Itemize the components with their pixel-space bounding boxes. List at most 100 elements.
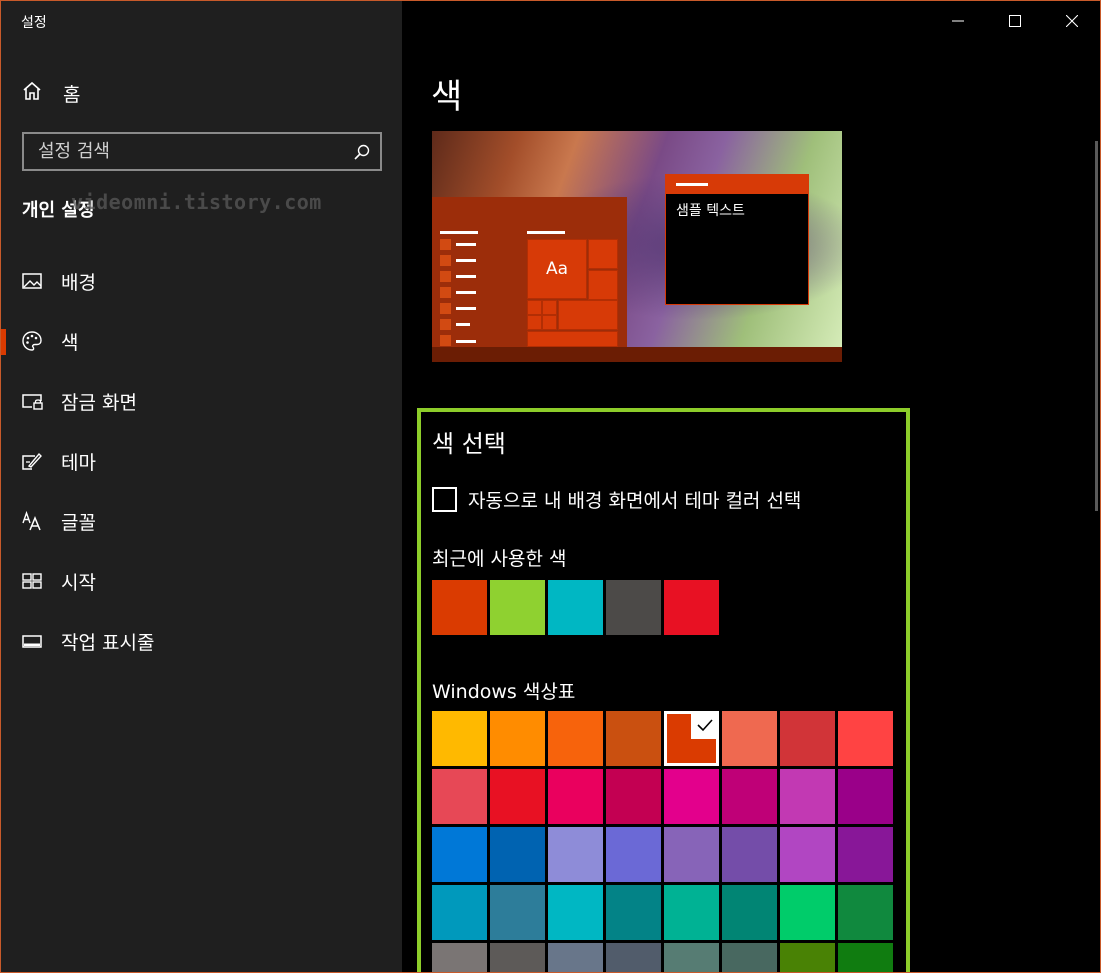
- recent-colors-heading: 최근에 사용한 색: [432, 548, 567, 570]
- checkmark-icon: [691, 711, 719, 739]
- palette-color-swatch[interactable]: [490, 943, 545, 972]
- sidebar-item-label: 작업 표시줄: [61, 631, 155, 654]
- palette-color-swatch[interactable]: [780, 827, 835, 882]
- recent-color-swatch[interactable]: [606, 580, 661, 635]
- palette-color-swatch[interactable]: [664, 711, 719, 766]
- search-input[interactable]: [38, 141, 344, 162]
- palette-color-swatch[interactable]: [722, 769, 777, 824]
- auto-accent-option[interactable]: 자동으로 내 배경 화면에서 테마 컬러 선택: [432, 486, 801, 513]
- palette-color-swatch[interactable]: [432, 769, 487, 824]
- sidebar-item-taskbar[interactable]: 작업 표시줄: [1, 611, 402, 671]
- palette-color-swatch[interactable]: [780, 711, 835, 766]
- sidebar-item-lock-screen[interactable]: 잠금 화면: [1, 371, 402, 431]
- palette-color-swatch[interactable]: [838, 827, 893, 882]
- minimize-icon: [951, 20, 964, 22]
- sidebar-item-label: 잠금 화면: [61, 391, 137, 414]
- windows-color-palette: [432, 711, 902, 972]
- palette-color-swatch[interactable]: [490, 711, 545, 766]
- palette-color-swatch[interactable]: [548, 711, 603, 766]
- sidebar-item-label: 색: [61, 331, 79, 354]
- palette-color-swatch[interactable]: [780, 943, 835, 972]
- sidebar-item-start[interactable]: 시작: [1, 551, 402, 611]
- theme-preview: Aa 샘플 텍스트: [432, 131, 842, 362]
- app-title: 설정: [21, 15, 47, 31]
- palette-color-swatch[interactable]: [606, 711, 661, 766]
- sidebar-item-colors[interactable]: 색: [1, 311, 402, 371]
- theme-icon: [21, 450, 43, 472]
- choose-color-heading: 색 선택: [432, 430, 506, 458]
- palette-color-swatch[interactable]: [722, 885, 777, 940]
- close-icon: [1065, 15, 1078, 27]
- preview-start-menu: Aa: [432, 197, 627, 347]
- palette-color-swatch[interactable]: [664, 769, 719, 824]
- sidebar-item-themes[interactable]: 테마: [1, 431, 402, 491]
- sidebar-item-label: 글꼴: [61, 511, 96, 534]
- palette-color-swatch[interactable]: [664, 827, 719, 882]
- sidebar-item-background[interactable]: 배경: [1, 251, 402, 311]
- palette-color-swatch[interactable]: [664, 885, 719, 940]
- sidebar: 설정 홈 개인 설정 videomni.tistory.com 배경: [1, 1, 402, 972]
- image-icon: [21, 270, 43, 292]
- watermark: videomni.tistory.com: [71, 190, 322, 214]
- sidebar-home[interactable]: 홈: [21, 80, 81, 106]
- palette-color-swatch[interactable]: [606, 885, 661, 940]
- preview-taskbar: [432, 347, 842, 362]
- palette-color-swatch[interactable]: [664, 943, 719, 972]
- taskbar-icon: [21, 630, 43, 652]
- palette-color-swatch[interactable]: [838, 943, 893, 972]
- recent-color-swatch[interactable]: [432, 580, 487, 635]
- palette-heading: Windows 색상표: [432, 681, 576, 703]
- palette-color-swatch[interactable]: [432, 943, 487, 972]
- home-icon: [21, 80, 43, 106]
- palette-color-swatch[interactable]: [606, 943, 661, 972]
- font-icon: [21, 510, 43, 532]
- palette-icon: [21, 330, 43, 352]
- palette-color-swatch[interactable]: [432, 885, 487, 940]
- sidebar-nav: 배경 색 잠금 화면 테마 글꼴 시작 작업 표시줄: [1, 251, 402, 671]
- scrollbar[interactable]: [1095, 141, 1098, 511]
- palette-color-swatch[interactable]: [606, 769, 661, 824]
- maximize-icon: [1008, 15, 1021, 27]
- palette-color-swatch[interactable]: [490, 769, 545, 824]
- palette-color-swatch[interactable]: [722, 943, 777, 972]
- palette-color-swatch[interactable]: [780, 885, 835, 940]
- minimize-button[interactable]: [929, 1, 986, 41]
- palette-color-swatch[interactable]: [606, 827, 661, 882]
- page-title: 색: [431, 77, 463, 117]
- recent-color-swatch[interactable]: [490, 580, 545, 635]
- recent-colors: [432, 580, 722, 635]
- palette-color-swatch[interactable]: [722, 827, 777, 882]
- search-icon[interactable]: [344, 134, 380, 169]
- palette-color-swatch[interactable]: [490, 885, 545, 940]
- palette-color-swatch[interactable]: [838, 885, 893, 940]
- palette-color-swatch[interactable]: [548, 943, 603, 972]
- preview-tile: Aa: [527, 239, 587, 299]
- lock-screen-icon: [21, 390, 43, 412]
- preview-window: 샘플 텍스트: [665, 174, 809, 305]
- palette-color-swatch[interactable]: [548, 769, 603, 824]
- palette-color-swatch[interactable]: [838, 769, 893, 824]
- palette-color-swatch[interactable]: [432, 827, 487, 882]
- palette-color-swatch[interactable]: [838, 711, 893, 766]
- settings-window: 설정 홈 개인 설정 videomni.tistory.com 배경: [0, 0, 1101, 973]
- palette-color-swatch[interactable]: [780, 769, 835, 824]
- home-label: 홈: [63, 83, 81, 106]
- close-button[interactable]: [1043, 1, 1100, 41]
- start-icon: [21, 570, 43, 592]
- search-box[interactable]: [22, 132, 382, 171]
- recent-color-swatch[interactable]: [664, 580, 719, 635]
- auto-accent-label: 자동으로 내 배경 화면에서 테마 컬러 선택: [468, 490, 802, 512]
- recent-color-swatch[interactable]: [548, 580, 603, 635]
- palette-color-swatch[interactable]: [548, 885, 603, 940]
- preview-sample-text: 샘플 텍스트: [676, 203, 745, 219]
- window-caption-buttons: [929, 1, 1100, 41]
- auto-accent-checkbox[interactable]: [432, 487, 457, 512]
- sidebar-item-label: 테마: [61, 451, 96, 474]
- sidebar-item-fonts[interactable]: 글꼴: [1, 491, 402, 551]
- palette-color-swatch[interactable]: [722, 711, 777, 766]
- palette-color-swatch[interactable]: [490, 827, 545, 882]
- sidebar-item-label: 배경: [61, 271, 96, 294]
- maximize-button[interactable]: [986, 1, 1043, 41]
- palette-color-swatch[interactable]: [432, 711, 487, 766]
- palette-color-swatch[interactable]: [548, 827, 603, 882]
